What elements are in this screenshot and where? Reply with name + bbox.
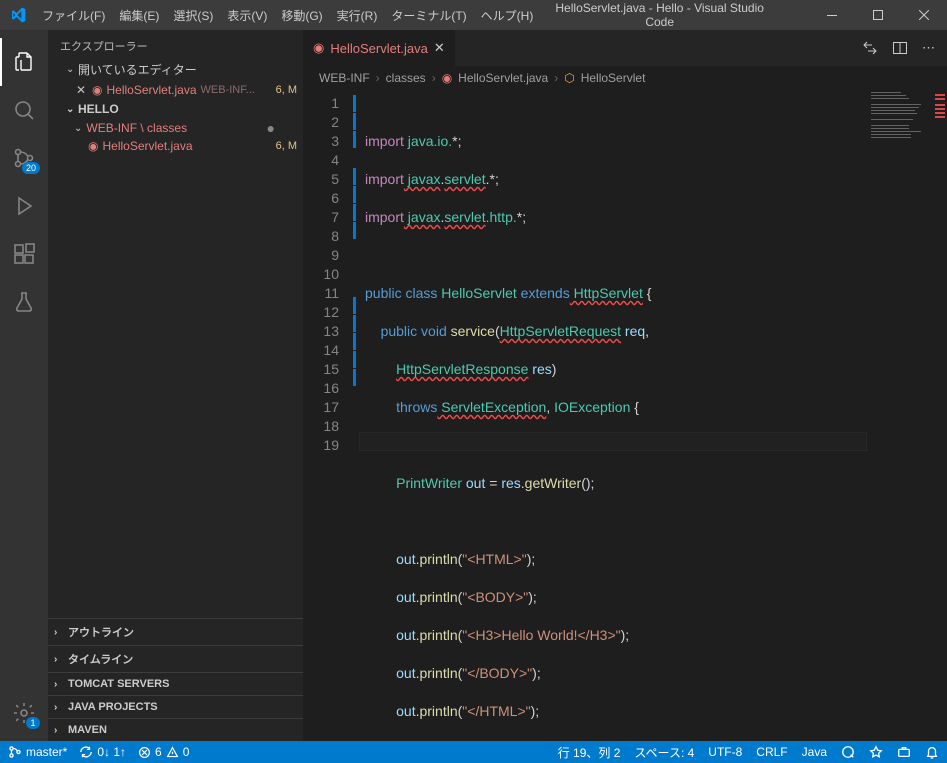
menu-file[interactable]: ファイル(F)	[35, 7, 112, 24]
file-name: HelloServlet.java	[106, 83, 196, 97]
menubar: ファイル(F) 編集(E) 選択(S) 表示(V) 移動(G) 実行(R) ター…	[35, 7, 540, 24]
section-label: アウトライン	[68, 624, 134, 640]
sidebar: エクスプローラー ⌄開いているエディター ✕ ◉ HelloServlet.ja…	[48, 30, 303, 741]
more-icon[interactable]: ⋯	[922, 40, 935, 56]
close-button[interactable]	[901, 0, 947, 30]
timeline-section[interactable]: ›タイムライン	[48, 645, 303, 672]
test-icon[interactable]	[0, 278, 48, 326]
minimap[interactable]	[867, 90, 947, 690]
minimize-button[interactable]	[809, 0, 855, 30]
modified-dot-icon: ●	[267, 120, 275, 136]
language[interactable]: Java	[802, 745, 827, 759]
file-badge: 6, M	[276, 140, 297, 152]
status-bar: master* 0↓ 1↑ 6 0 行 19、列 2 スペース: 4 UTF-8…	[0, 741, 947, 763]
crumb[interactable]: classes	[386, 71, 426, 85]
breadcrumb[interactable]: WEB-INF› classes› ◉HelloServlet.java› ⬡H…	[303, 66, 947, 90]
sidebar-title: エクスプローラー	[48, 30, 303, 58]
crumb[interactable]: HelloServlet.java	[458, 71, 548, 85]
maximize-button[interactable]	[855, 0, 901, 30]
cursor-position[interactable]: 行 19、列 2	[558, 744, 621, 761]
bell-icon[interactable]	[925, 745, 939, 759]
explorer-icon[interactable]	[0, 38, 48, 86]
menu-edit[interactable]: 編集(E)	[112, 7, 166, 24]
open-editors-section[interactable]: ⌄開いているエディター	[48, 58, 303, 81]
folder-name: WEB-INF \ classes	[86, 121, 187, 135]
close-icon[interactable]: ✕	[74, 83, 88, 97]
section-label: JAVA PROJECTS	[68, 701, 158, 713]
folder-item[interactable]: ⌄ WEB-INF \ classes ●	[48, 119, 303, 137]
titlebar: ファイル(F) 編集(E) 選択(S) 表示(V) 移動(G) 実行(R) ター…	[0, 0, 947, 30]
tab-label: HelloServlet.java	[330, 41, 428, 56]
search-icon[interactable]	[0, 86, 48, 134]
crumb[interactable]: HelloServlet	[581, 71, 646, 85]
eol[interactable]: CRLF	[756, 745, 787, 759]
tomcat-section[interactable]: ›TOMCAT SERVERS	[48, 672, 303, 695]
outline-section[interactable]: ›アウトライン	[48, 618, 303, 645]
open-editor-item[interactable]: ✕ ◉ HelloServlet.java WEB-INF... 6, M	[48, 81, 303, 99]
java-file-icon: ◉	[442, 71, 452, 85]
error-icon: ◉	[88, 139, 98, 153]
activity-bar: 20 1	[0, 30, 48, 741]
maven-section[interactable]: ›MAVEN	[48, 718, 303, 741]
settings-badge: 1	[26, 717, 40, 729]
editor: ◉ HelloServlet.java ✕ ⋯ WEB-INF› classes…	[303, 30, 947, 741]
file-name: HelloServlet.java	[102, 139, 192, 153]
extensions-icon[interactable]	[0, 230, 48, 278]
java-projects-section[interactable]: ›JAVA PROJECTS	[48, 695, 303, 718]
error-icon: ◉	[92, 83, 102, 97]
sync-status[interactable]: 0↓ 1↑	[79, 745, 126, 759]
menu-help[interactable]: ヘルプ(H)	[474, 7, 541, 24]
tab-helloservlet[interactable]: ◉ HelloServlet.java ✕	[303, 30, 456, 66]
extension-icon[interactable]	[897, 745, 911, 759]
section-label: TOMCAT SERVERS	[68, 678, 169, 690]
settings-icon[interactable]: 1	[0, 689, 48, 737]
java-status-icon[interactable]	[869, 745, 883, 759]
problems-status[interactable]: 6 0	[138, 745, 189, 759]
code-area[interactable]: 12345678910111213141516171819 import jav…	[303, 90, 947, 741]
section-label: HELLO	[78, 102, 119, 116]
indentation[interactable]: スペース: 4	[634, 744, 694, 761]
menu-terminal[interactable]: ターミナル(T)	[384, 7, 473, 24]
file-badge: 6, M	[276, 84, 297, 96]
branch-status[interactable]: master*	[8, 745, 67, 759]
crumb[interactable]: WEB-INF	[319, 71, 370, 85]
section-label: 開いているエディター	[78, 61, 197, 78]
debug-icon[interactable]	[0, 182, 48, 230]
menu-view[interactable]: 表示(V)	[220, 7, 274, 24]
class-icon: ⬡	[564, 71, 574, 85]
split-icon[interactable]	[892, 40, 908, 56]
scm-badge: 20	[22, 162, 40, 174]
scm-icon[interactable]: 20	[0, 134, 48, 182]
menu-selection[interactable]: 選択(S)	[166, 7, 220, 24]
chevron-down-icon: ⌄	[74, 123, 82, 134]
section-label: MAVEN	[68, 724, 107, 736]
file-path: WEB-INF...	[201, 84, 255, 96]
compare-icon[interactable]	[862, 40, 878, 56]
menu-go[interactable]: 移動(G)	[274, 7, 329, 24]
encoding[interactable]: UTF-8	[708, 745, 742, 759]
line-gutter: 12345678910111213141516171819	[303, 90, 353, 741]
tab-bar: ◉ HelloServlet.java ✕ ⋯	[303, 30, 947, 66]
section-label: タイムライン	[68, 651, 133, 667]
menu-run[interactable]: 実行(R)	[330, 7, 385, 24]
source-code[interactable]: import java.io.*; import javax.servlet.*…	[359, 90, 947, 741]
project-section[interactable]: ⌄HELLO	[48, 99, 303, 119]
file-item[interactable]: ◉ HelloServlet.java 6, M	[48, 137, 303, 155]
close-icon[interactable]: ✕	[434, 40, 445, 56]
feedback-icon[interactable]	[841, 745, 855, 759]
vscode-logo-icon	[0, 7, 35, 23]
window-title: HelloServlet.java - Hello - Visual Studi…	[540, 1, 809, 29]
error-icon: ◉	[313, 40, 324, 56]
